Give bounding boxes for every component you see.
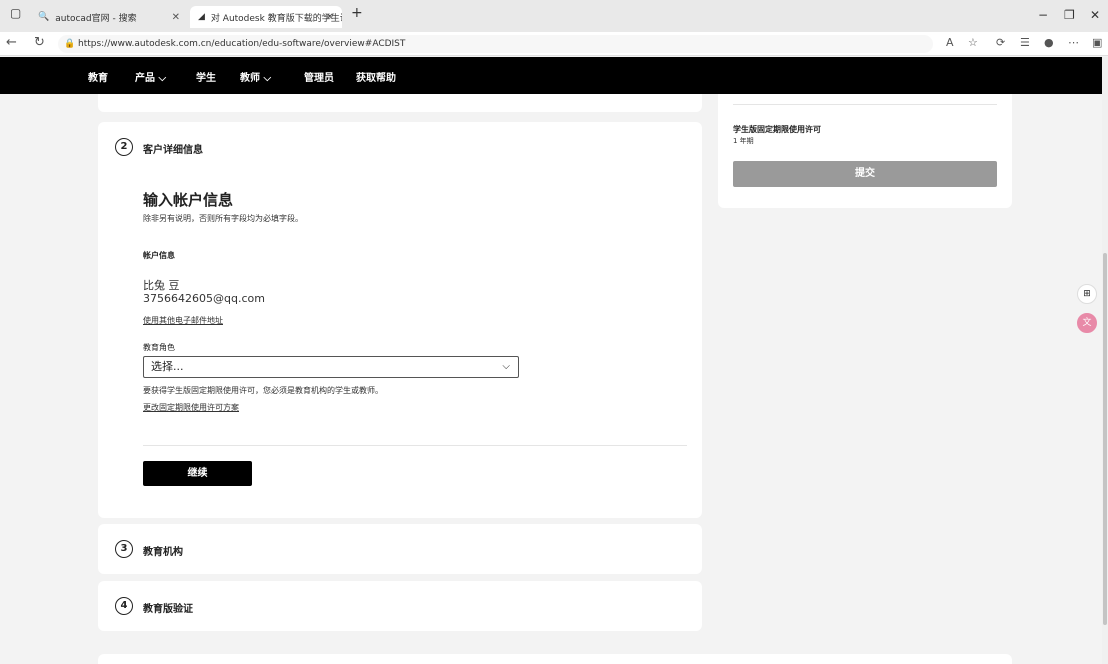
continue-button[interactable]: 继续 [143, 461, 252, 486]
role-note: 要获得学生版固定期限使用许可，您必须是教育机构的学生或教师。 [143, 386, 383, 395]
browser-tab-bar: ▢ 🔍 autocad官网 - 搜索 ✕ ◢ 对 Autodesk 教育版下载的… [0, 0, 1108, 32]
step2-card: 2 客户详细信息 输入帐户信息 除非另有说明，否则所有字段均为必填字段。 帐户信… [98, 122, 702, 518]
page-title: 输入帐户信息 [143, 191, 234, 209]
url-field[interactable]: 🔒 https://www.autodesk.com.cn/education/… [58, 35, 933, 53]
role-label: 教育角色 [143, 343, 175, 352]
more-icon[interactable]: ⋯ [1068, 36, 1079, 49]
scrollbar-thumb[interactable] [1103, 253, 1107, 625]
nav-teachers[interactable]: 教师 ⌵ [240, 69, 271, 84]
divider [733, 104, 997, 105]
order-summary-card: 学生版固定期限使用许可 1 年期 提交 [718, 94, 1012, 208]
favorite-icon[interactable]: ☆ [968, 36, 978, 49]
translate-icon[interactable]: 文 [1077, 313, 1097, 333]
nav-admins[interactable]: 管理员 [304, 69, 334, 84]
autodesk-logo-icon: ◢ [198, 12, 205, 22]
minimize-button[interactable]: − [1038, 8, 1048, 22]
step-title: 教育机构 [143, 547, 183, 558]
change-plan-link[interactable]: 更改固定期限使用许可方案 [143, 402, 239, 413]
step-number: 3 [115, 540, 133, 558]
extensions-icon[interactable]: ⟳ [996, 36, 1005, 49]
tab-autodesk[interactable]: ◢ 对 Autodesk 教育版下载的学生访 ✕ [190, 6, 342, 28]
step-number: 4 [115, 597, 133, 615]
account-info-label: 帐户信息 [143, 251, 175, 260]
step-title: 教育版验证 [143, 604, 193, 615]
url-text: https://www.autodesk.com.cn/education/ed… [78, 39, 406, 49]
refresh-icon[interactable]: ↻ [34, 35, 45, 50]
close-tab-icon[interactable]: ✕ [326, 12, 334, 23]
nav-products[interactable]: 产品 ⌵ [135, 69, 166, 84]
address-bar-row: ← ↻ 🔒 https://www.autodesk.com.cn/educat… [0, 32, 1108, 56]
close-window-button[interactable]: ✕ [1090, 8, 1100, 22]
restore-button[interactable]: ❐ [1064, 8, 1075, 22]
lock-icon: 🔒 [64, 39, 76, 49]
step3-card[interactable]: 3 教育机构 [98, 524, 702, 574]
tab-actions-icon[interactable]: ▢ [10, 6, 21, 20]
nav-students[interactable]: 学生 [196, 69, 216, 84]
divider [143, 445, 687, 446]
education-role-select[interactable]: 选择... ⌵ [143, 356, 519, 378]
tab-title: autocad官网 - 搜索 [55, 13, 137, 24]
apps-icon[interactable]: ⊞ [1077, 284, 1097, 304]
tab-title: 对 Autodesk 教育版下载的学生访 [210, 13, 342, 24]
step1-card [98, 94, 702, 112]
new-tab-button[interactable]: + [351, 5, 363, 21]
step-number: 2 [115, 138, 133, 156]
search-icon: 🔍 [38, 12, 50, 22]
use-other-email-link[interactable]: 使用其他电子邮件地址 [143, 315, 223, 326]
step-title: 客户详细信息 [143, 145, 203, 156]
back-icon[interactable]: ← [6, 35, 17, 50]
favorites-bar-icon[interactable]: ☰ [1020, 36, 1030, 49]
license-title: 学生版固定期限使用许可 [733, 125, 821, 134]
tab-search[interactable]: 🔍 autocad官网 - 搜索 ✕ [30, 6, 188, 28]
account-name: 比兔 豆 [143, 279, 180, 292]
submit-button[interactable]: 提交 [733, 161, 997, 187]
nav-get-help[interactable]: 获取帮助 [356, 69, 396, 84]
required-note: 除非另有说明，否则所有字段均为必填字段。 [143, 214, 303, 223]
sidebar-icon[interactable]: ▣ [1092, 36, 1102, 49]
chevron-down-icon: ⌵ [502, 361, 510, 372]
read-aloud-icon[interactable]: A [946, 36, 954, 49]
close-tab-icon[interactable]: ✕ [172, 12, 180, 23]
site-nav: 教育 产品 ⌵ 学生 教师 ⌵ 管理员 获取帮助 [0, 57, 1102, 94]
profile-avatar[interactable]: ● [1044, 36, 1054, 49]
page-content: 2 客户详细信息 输入帐户信息 除非另有说明，否则所有字段均为必填字段。 帐户信… [0, 94, 1102, 664]
license-term: 1 年期 [733, 137, 754, 145]
account-email: 3756642605@qq.com [143, 292, 265, 305]
footer-card [98, 654, 1012, 664]
select-value: 选择... [151, 360, 184, 373]
nav-education[interactable]: 教育 [88, 69, 108, 84]
step4-card[interactable]: 4 教育版验证 [98, 581, 702, 631]
